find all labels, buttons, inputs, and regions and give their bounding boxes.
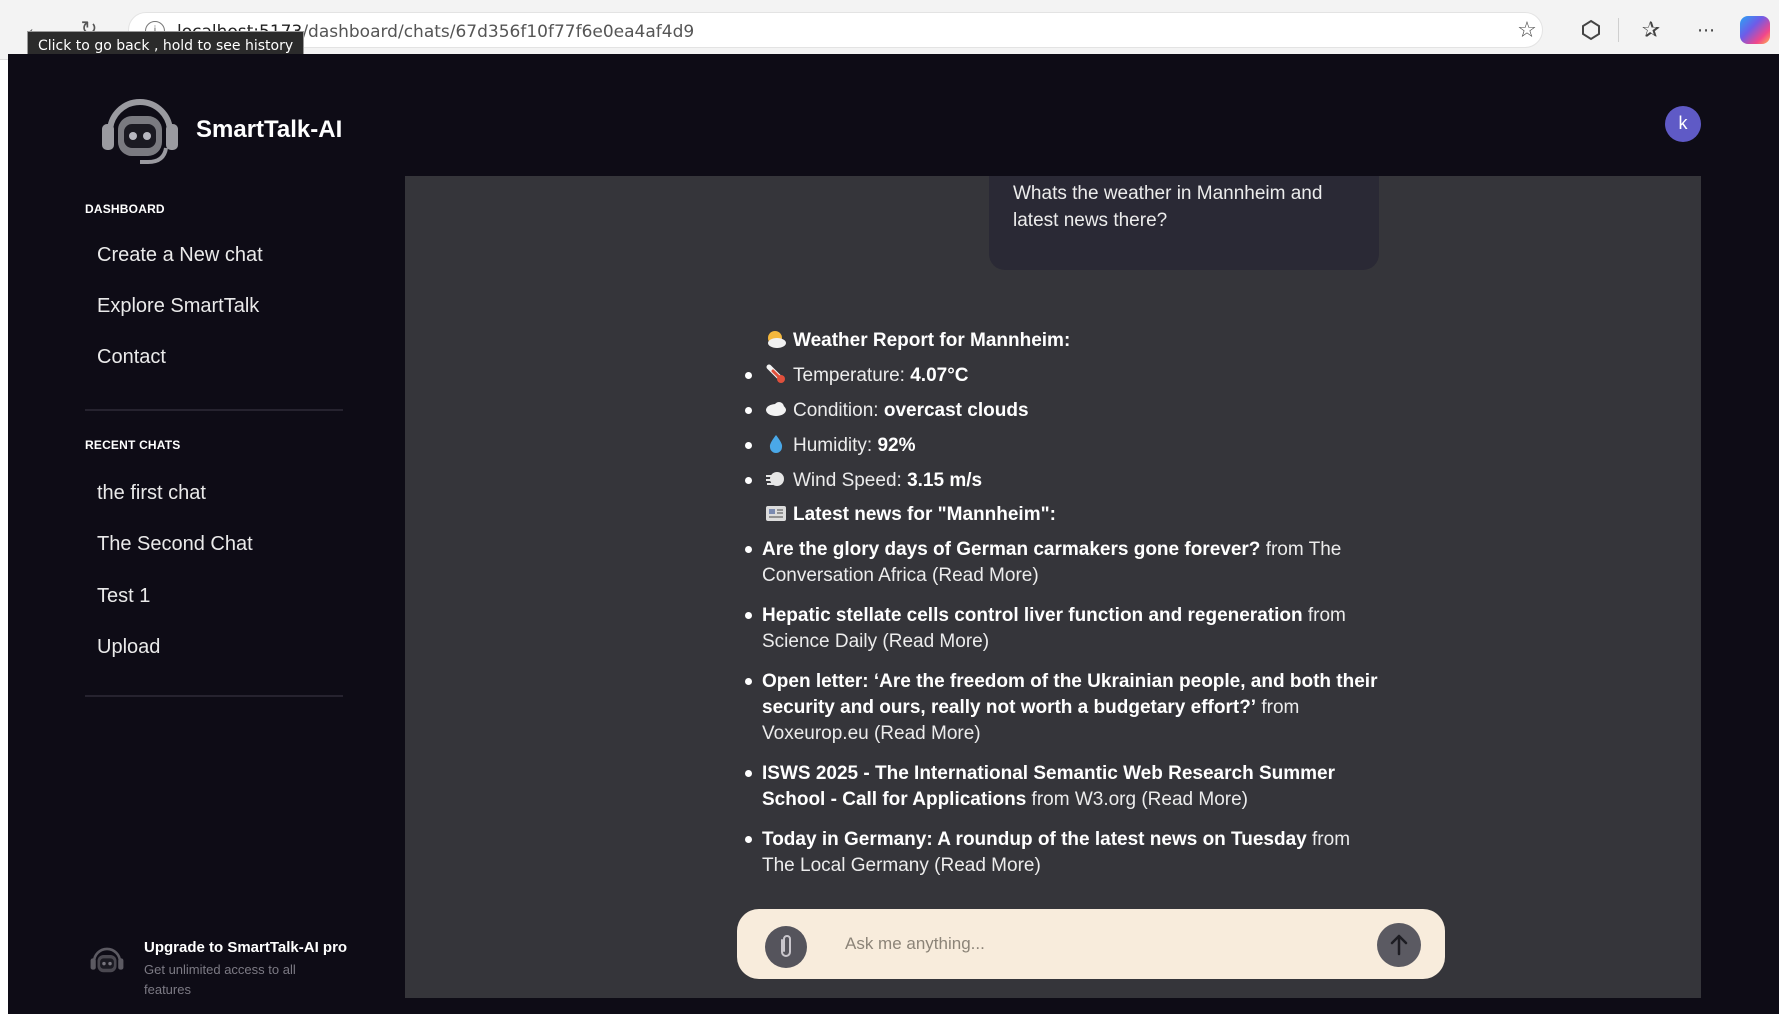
user-message-text: Whats the weather in Mannheim and latest… (1013, 183, 1323, 231)
send-button[interactable] (1377, 923, 1421, 967)
news-item: Hepatic stellate cells control liver fun… (762, 603, 1382, 655)
upgrade-title[interactable]: Upgrade to SmartTalk-AI pro (144, 939, 347, 956)
news-source: from W3.org (1031, 789, 1137, 810)
thermometer-icon (765, 364, 787, 384)
recent-chat-item[interactable]: Test 1 (97, 585, 150, 608)
newspaper-icon (765, 503, 787, 523)
weather-item-temperature: Temperature: 4.07°C (765, 363, 969, 389)
sun-cloud-icon (765, 329, 787, 349)
bullet (745, 372, 752, 379)
news-item: ISWS 2025 - The International Semantic W… (762, 761, 1382, 813)
weather-value: 3.15 m/s (907, 470, 983, 491)
sidebar-divider (85, 409, 343, 411)
attach-button[interactable] (765, 926, 807, 968)
weather-value: 4.07°C (910, 365, 969, 386)
star-icon[interactable]: ☆ (1512, 15, 1542, 45)
browser-toolbar: ← ↻ i localhost:5173/dashboard/chats/67d… (0, 0, 1779, 61)
address-bar[interactable]: i localhost:5173/dashboard/chats/67d356f… (128, 12, 1543, 48)
news-item: Are the glory days of German carmakers g… (762, 537, 1382, 589)
favorites-icon[interactable]: ✰ (1636, 15, 1666, 45)
toolbar-divider (1618, 18, 1619, 42)
weather-label: Humidity: (793, 435, 878, 456)
news-title: Today in Germany: A roundup of the lates… (762, 829, 1307, 850)
user-message-bubble: Whats the weather in Mannheim and latest… (989, 176, 1379, 270)
bullet (745, 836, 752, 843)
sidebar-item-create-new-chat[interactable]: Create a New chat (97, 244, 263, 267)
more-menu-icon[interactable]: ⋯ (1688, 15, 1724, 45)
extension-icon[interactable] (1578, 15, 1604, 45)
weather-item-wind: Wind Speed: 3.15 m/s (765, 468, 982, 494)
weather-label: Wind Speed: (793, 470, 908, 491)
cloud-icon (765, 399, 787, 419)
bullet (745, 678, 752, 685)
upgrade-subtitle: Get unlimited access to all features (144, 962, 296, 997)
bullet (745, 612, 752, 619)
news-title: Are the glory days of German carmakers g… (762, 539, 1261, 560)
news-heading-text: Latest news for "Mannheim": (793, 504, 1056, 525)
chat-panel: Whats the weather in Mannheim and latest… (405, 176, 1701, 998)
sidebar-divider (85, 695, 343, 697)
weather-value: 92% (877, 435, 916, 456)
arrow-up-icon (1390, 934, 1408, 956)
news-heading: Latest news for "Mannheim": (765, 502, 1056, 528)
dashboard-heading: DASHBOARD (85, 202, 165, 216)
robot-upgrade-icon (88, 944, 126, 978)
droplet-icon (765, 434, 787, 454)
chat-input[interactable] (845, 927, 1345, 961)
chat-input-bar (737, 909, 1445, 979)
weather-item-humidity: Humidity: 92% (765, 433, 916, 459)
weather-label: Temperature: (793, 365, 911, 386)
app-window: SmartTalk-AI k DASHBOARD Create a New ch… (8, 54, 1779, 1014)
read-more-link[interactable]: (Read More) (1141, 789, 1248, 810)
weather-heading-text: Weather Report for Mannheim: (793, 330, 1071, 351)
robot-logo-icon (96, 94, 184, 166)
brand-name[interactable]: SmartTalk-AI (196, 116, 342, 144)
bullet (745, 546, 752, 553)
read-more-link[interactable]: (Read More) (882, 631, 989, 652)
bullet (745, 442, 752, 449)
copilot-icon[interactable] (1740, 16, 1770, 44)
read-more-link[interactable]: (Read More) (874, 723, 981, 744)
paperclip-icon (781, 935, 791, 957)
recent-chat-item[interactable]: the first chat (97, 482, 206, 505)
news-item: Open letter: ‘Are the freedom of the Ukr… (762, 669, 1382, 747)
read-more-link[interactable]: (Read More) (934, 855, 1041, 876)
bullet (745, 407, 752, 414)
url-path: /dashboard/chats/67d356f10f77f6e0ea4af4d… (302, 22, 695, 42)
recent-chats-heading: RECENT CHATS (85, 438, 181, 452)
wind-icon (765, 469, 787, 489)
user-avatar[interactable]: k (1665, 106, 1701, 142)
sidebar-item-contact[interactable]: Contact (97, 346, 166, 369)
sidebar-item-explore-smarttalk[interactable]: Explore SmartTalk (97, 295, 259, 318)
recent-chat-item[interactable]: Upload (97, 636, 160, 659)
weather-item-condition: Condition: overcast clouds (765, 398, 1029, 424)
recent-chat-item[interactable]: The Second Chat (97, 533, 253, 556)
read-more-link[interactable]: (Read More) (932, 565, 1039, 586)
bullet (745, 477, 752, 484)
weather-label: Condition: (793, 400, 884, 421)
weather-heading: Weather Report for Mannheim: (765, 328, 1070, 354)
bullet (745, 770, 752, 777)
news-title: Hepatic stellate cells control liver fun… (762, 605, 1303, 626)
news-item: Today in Germany: A roundup of the lates… (762, 827, 1382, 879)
weather-value: overcast clouds (883, 400, 1029, 421)
